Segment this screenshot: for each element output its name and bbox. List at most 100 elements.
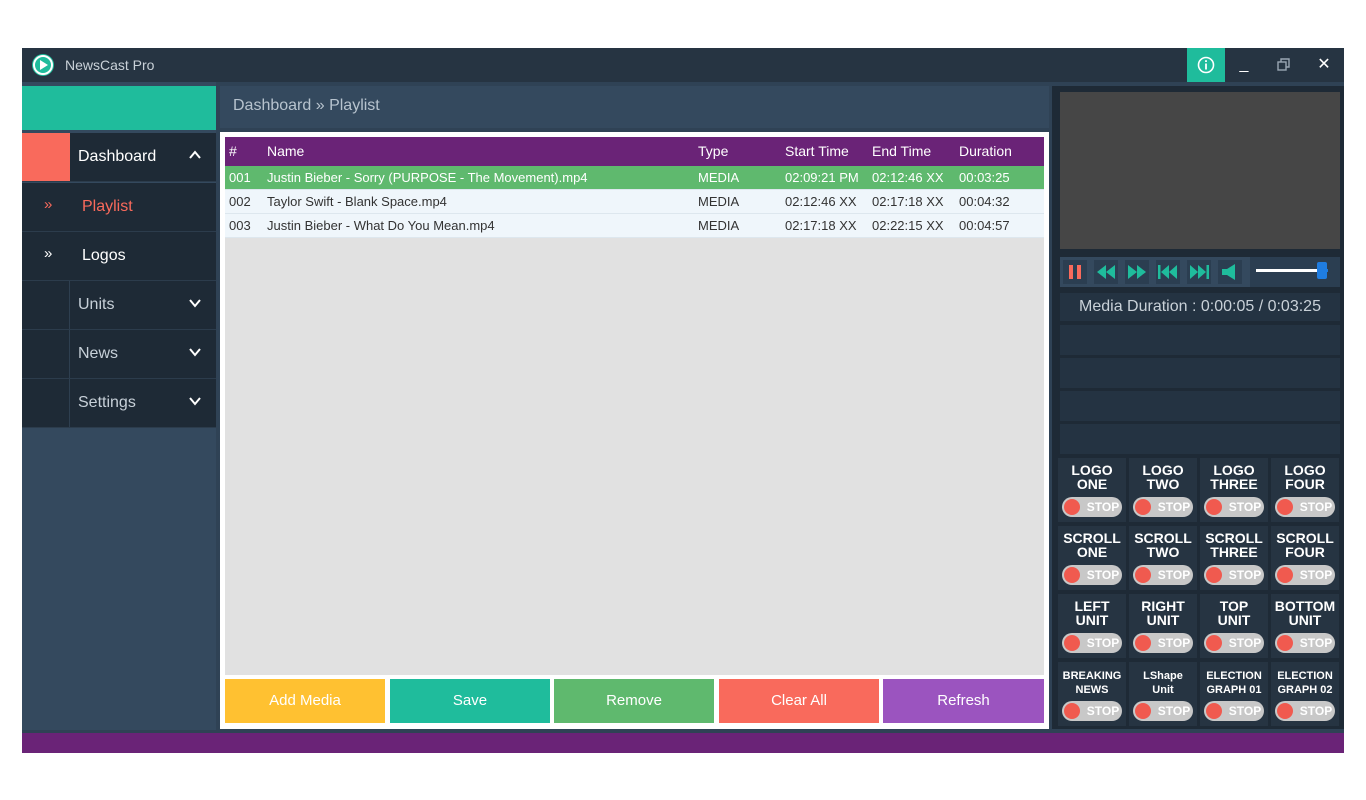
- stop-toggle[interactable]: STOP: [1204, 497, 1264, 517]
- control-label-line: UNIT: [1288, 612, 1322, 628]
- chevron-down-icon: [189, 397, 201, 406]
- control-label-line: LOGO: [1071, 462, 1113, 478]
- toggle-state-label: STOP: [1157, 500, 1191, 514]
- control-label-line: ONE: [1076, 544, 1108, 560]
- sidebar-item-label: Dashboard: [78, 148, 157, 165]
- control-label-line: SCROLL: [1134, 530, 1192, 546]
- info-bar: [1060, 358, 1340, 388]
- stop-toggle[interactable]: STOP: [1204, 633, 1264, 653]
- stop-toggle[interactable]: STOP: [1062, 497, 1122, 517]
- table-row[interactable]: 003 Justin Bieber - What Do You Mean.mp4…: [225, 214, 1044, 238]
- graphic-control-label: SCROLL THREE: [1200, 531, 1268, 559]
- graphic-control-tile: TOP UNIT STOP: [1200, 594, 1268, 658]
- restore-button[interactable]: [1265, 48, 1303, 82]
- control-label-line: UNIT: [1075, 612, 1109, 628]
- column-header-start-time[interactable]: Start Time: [785, 137, 875, 166]
- breadcrumb: Dashboard » Playlist: [220, 86, 1049, 128]
- cell-number: 001: [229, 170, 251, 185]
- info-button[interactable]: [1187, 48, 1225, 82]
- fast-forward-button[interactable]: [1125, 260, 1149, 284]
- graphic-control-label: SCROLL ONE: [1058, 531, 1126, 559]
- stop-toggle[interactable]: STOP: [1204, 565, 1264, 585]
- sidebar-item-logos[interactable]: » Logos: [22, 232, 216, 281]
- cell-duration: 00:04:57: [959, 218, 1010, 233]
- table-row[interactable]: 001 Justin Bieber - Sorry (PURPOSE - The…: [225, 166, 1044, 190]
- control-label-line: TWO: [1146, 476, 1180, 492]
- control-label-line: SCROLL: [1205, 530, 1263, 546]
- previous-track-button[interactable]: [1156, 260, 1180, 284]
- stop-toggle[interactable]: STOP: [1133, 497, 1193, 517]
- stop-toggle[interactable]: STOP: [1062, 633, 1122, 653]
- next-track-button[interactable]: [1187, 260, 1211, 284]
- stop-toggle[interactable]: STOP: [1275, 701, 1335, 721]
- column-header-name[interactable]: Name: [267, 137, 687, 166]
- playlist-panel: # Name Type Start Time End Time Duration…: [220, 132, 1049, 729]
- stop-toggle[interactable]: STOP: [1275, 565, 1335, 585]
- control-label-line: FOUR: [1285, 544, 1325, 560]
- toggle-knob: [1277, 703, 1293, 719]
- toggle-knob: [1135, 499, 1151, 515]
- table-row[interactable]: 002 Taylor Swift - Blank Space.mp4 MEDIA…: [225, 190, 1044, 214]
- toggle-state-label: STOP: [1157, 568, 1191, 582]
- toggle-knob: [1206, 499, 1222, 515]
- graphic-control-tile: SCROLL THREE STOP: [1200, 526, 1268, 590]
- control-label-line: LShape: [1143, 670, 1183, 682]
- control-label-line: ELECTION: [1206, 670, 1262, 682]
- sidebar-item-units[interactable]: Units: [22, 281, 216, 330]
- volume-slider-handle[interactable]: [1317, 262, 1327, 279]
- control-label-line: SCROLL: [1276, 530, 1334, 546]
- video-preview[interactable]: [1060, 92, 1340, 249]
- sidebar-item-settings[interactable]: Settings: [22, 379, 216, 428]
- stop-toggle[interactable]: STOP: [1062, 701, 1122, 721]
- graphic-control-label: LOGO ONE: [1058, 463, 1126, 491]
- stop-toggle[interactable]: STOP: [1062, 565, 1122, 585]
- column-header-end-time[interactable]: End Time: [872, 137, 962, 166]
- graphic-control-tile: BOTTOM UNIT STOP: [1271, 594, 1339, 658]
- stop-toggle[interactable]: STOP: [1133, 565, 1193, 585]
- column-header-number[interactable]: #: [229, 137, 259, 166]
- sidebar-item-news[interactable]: News: [22, 330, 216, 379]
- add-media-button[interactable]: Add Media: [225, 679, 385, 723]
- refresh-button[interactable]: Refresh: [883, 679, 1044, 723]
- rewind-button[interactable]: [1094, 260, 1118, 284]
- column-header-duration[interactable]: Duration: [959, 137, 1039, 166]
- control-label-line: THREE: [1210, 476, 1258, 492]
- close-button[interactable]: ✕: [1305, 48, 1343, 82]
- toggle-knob: [1277, 499, 1293, 515]
- cell-start-time: 02:12:46 XX: [785, 194, 857, 209]
- info-icon: [1197, 56, 1215, 74]
- cell-duration: 00:03:25: [959, 170, 1010, 185]
- volume-slider[interactable]: [1250, 257, 1340, 287]
- table-header: # Name Type Start Time End Time Duration: [225, 137, 1044, 166]
- double-chevron-icon: »: [44, 245, 53, 262]
- broadcast-panel: Media Duration : 0:00:05 / 0:03:25 LOGO O…: [1052, 86, 1344, 729]
- graphic-control-label: ELECTION GRAPH 02: [1271, 669, 1339, 697]
- remove-button[interactable]: Remove: [554, 679, 714, 723]
- sidebar-item-playlist[interactable]: » Playlist: [22, 183, 216, 232]
- control-label-line: GRAPH 01: [1206, 684, 1262, 696]
- volume-button[interactable]: [1218, 260, 1242, 284]
- stop-toggle[interactable]: STOP: [1133, 701, 1193, 721]
- stop-toggle[interactable]: STOP: [1204, 701, 1264, 721]
- cell-number: 002: [229, 194, 251, 209]
- minimize-button[interactable]: _: [1225, 48, 1263, 82]
- graphic-control-label: BREAKING NEWS: [1058, 669, 1126, 697]
- stop-toggle[interactable]: STOP: [1275, 497, 1335, 517]
- toggle-state-label: STOP: [1086, 636, 1120, 650]
- stop-toggle[interactable]: STOP: [1275, 633, 1335, 653]
- skip-back-icon: [1158, 265, 1177, 279]
- player-controls: [1060, 257, 1340, 287]
- clear-all-button[interactable]: Clear All: [719, 679, 879, 723]
- control-label-line: FOUR: [1285, 476, 1325, 492]
- media-duration: Media Duration : 0:00:05 / 0:03:25: [1060, 293, 1340, 321]
- sidebar-item-label: Settings: [78, 394, 136, 411]
- control-label-line: SCROLL: [1063, 530, 1121, 546]
- control-label-line: LEFT: [1074, 598, 1110, 614]
- pause-button[interactable]: [1063, 260, 1087, 284]
- stop-toggle[interactable]: STOP: [1133, 633, 1193, 653]
- cell-start-time: 02:17:18 XX: [785, 218, 857, 233]
- save-button[interactable]: Save: [390, 679, 550, 723]
- sidebar-item-dashboard[interactable]: Dashboard: [22, 133, 216, 182]
- graphic-control-label: LOGO FOUR: [1271, 463, 1339, 491]
- column-header-type[interactable]: Type: [698, 137, 778, 166]
